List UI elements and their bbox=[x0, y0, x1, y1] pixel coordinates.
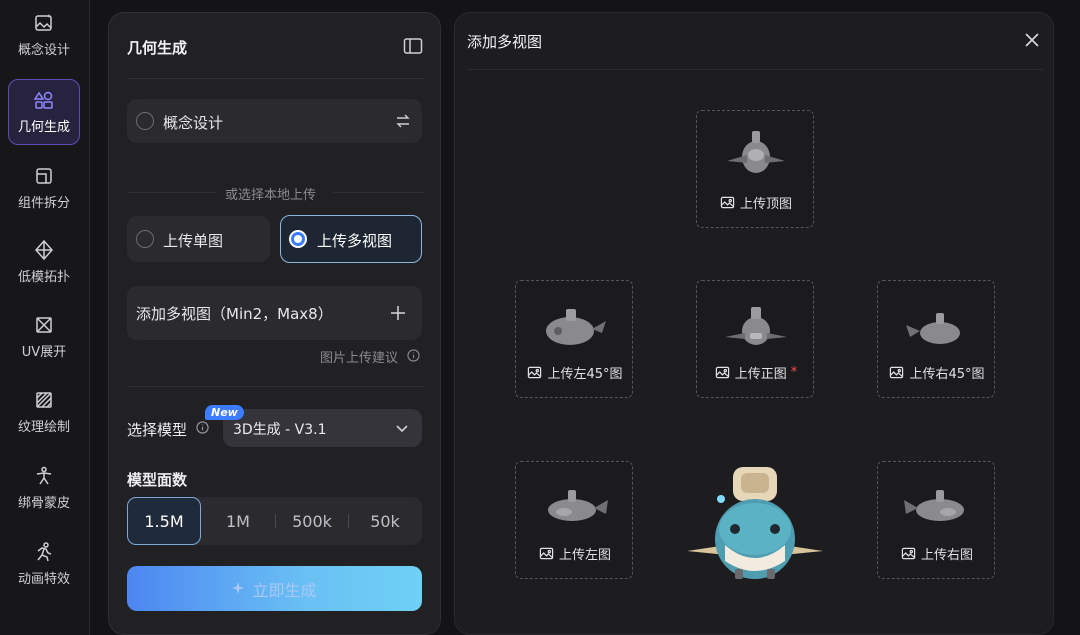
concept-option-label: 概念设计 bbox=[163, 114, 224, 132]
upload-left45-view-slot[interactable]: 上传左45°图 bbox=[515, 280, 633, 398]
sidebar-item-label: 纹理绘制 bbox=[17, 419, 70, 435]
image-add-icon bbox=[901, 547, 916, 560]
sidebar-item-uv-unwrap[interactable]: UV展开 bbox=[8, 304, 80, 370]
multiview-dialog: 添加多视图 上传顶图 上传左45°图 上传正图 * 上传右45°图 上传左图 上… bbox=[454, 12, 1054, 635]
uv-unwrap-icon bbox=[36, 316, 52, 333]
upload-multi-radio[interactable] bbox=[289, 230, 307, 248]
upload-right45-view-slot[interactable]: 上传右45°图 bbox=[877, 280, 995, 398]
sidebar-item-label: 几何生成 bbox=[17, 119, 70, 135]
running-figure-icon bbox=[37, 541, 52, 561]
divider bbox=[467, 69, 1043, 70]
panel-title: 几何生成 bbox=[127, 39, 188, 57]
concept-radio[interactable] bbox=[136, 112, 154, 130]
tool-sidebar: 概念设计 几何生成 组件拆分 低模拓扑 UV展开 纹理绘制 绑骨蒙皮 动画特效 bbox=[0, 0, 90, 635]
sidebar-item-label: 概念设计 bbox=[17, 42, 70, 58]
face-option-500k[interactable]: 500k bbox=[275, 497, 349, 545]
face-option-50k[interactable]: 50k bbox=[348, 497, 422, 545]
image-add-icon bbox=[890, 366, 904, 379]
model-select-label: 选择模型 bbox=[127, 421, 188, 439]
slot-label: 上传左45°图 bbox=[516, 363, 634, 382]
face-count-label: 模型面数 bbox=[127, 471, 188, 489]
submarine-right-thumbnail bbox=[904, 490, 964, 521]
divider bbox=[127, 192, 217, 193]
sidebar-item-geometry[interactable]: 几何生成 bbox=[8, 79, 80, 145]
model-select-dropdown[interactable]: 3D生成 - V3.1 bbox=[223, 409, 422, 447]
new-badge: New bbox=[205, 405, 244, 420]
upload-top-view-slot[interactable]: 上传顶图 bbox=[696, 110, 814, 228]
submarine-top-thumbnail bbox=[727, 131, 785, 173]
submarine-left45-thumbnail bbox=[546, 309, 606, 345]
submarine-front-thumbnail bbox=[725, 307, 787, 345]
chevron-down-icon bbox=[396, 425, 408, 433]
sidebar-item-label: 组件拆分 bbox=[17, 195, 70, 211]
geometry-panel: 几何生成 概念设计 或选择本地上传 上传单图 上传多视图 添加多视图（Min2，… bbox=[108, 12, 441, 635]
sparkle-icon bbox=[232, 581, 245, 594]
divider bbox=[333, 192, 423, 193]
generate-button[interactable]: 立即生成 bbox=[127, 566, 422, 611]
close-icon[interactable] bbox=[1023, 31, 1041, 49]
upload-left-view-slot[interactable]: 上传左图 bbox=[515, 461, 633, 579]
upload-tips-link[interactable]: 图片上传建议 bbox=[320, 347, 398, 366]
face-count-segmented: 1.5M 1M 500k 50k bbox=[127, 497, 422, 545]
add-multiview-button[interactable]: 添加多视图（Min2，Max8） bbox=[127, 286, 422, 340]
slot-label: 上传左图 bbox=[516, 544, 634, 563]
slot-label: 上传右图 bbox=[878, 544, 996, 563]
info-icon[interactable] bbox=[407, 349, 420, 362]
sidebar-item-label: UV展开 bbox=[21, 344, 67, 360]
sidebar-item-texture-paint[interactable]: 纹理绘制 bbox=[8, 379, 80, 445]
split-box-icon bbox=[36, 167, 52, 184]
sidebar-item-animation[interactable]: 动画特效 bbox=[8, 531, 80, 597]
image-add-icon bbox=[539, 547, 554, 560]
submarine-right45-thumbnail bbox=[906, 313, 960, 344]
upload-single-option[interactable]: 上传单图 bbox=[127, 216, 270, 262]
face-option-1-5m[interactable]: 1.5M bbox=[127, 497, 201, 545]
upload-front-view-slot[interactable]: 上传正图 * bbox=[696, 280, 814, 398]
image-add-icon bbox=[528, 366, 542, 379]
sidebar-item-component-split[interactable]: 组件拆分 bbox=[8, 155, 80, 221]
generate-label: 立即生成 bbox=[252, 580, 317, 600]
concept-design-option[interactable]: 概念设计 bbox=[127, 99, 422, 143]
upload-multi-option[interactable]: 上传多视图 bbox=[280, 215, 422, 263]
sidebar-toggle-icon[interactable] bbox=[403, 37, 423, 55]
slot-label: 上传右45°图 bbox=[878, 363, 996, 382]
sidebar-item-rigging[interactable]: 绑骨蒙皮 bbox=[8, 455, 80, 521]
slot-label: 上传正图 * bbox=[697, 363, 815, 382]
or-upload-text: 或选择本地上传 bbox=[225, 188, 317, 203]
plus-icon bbox=[391, 306, 405, 320]
info-icon[interactable] bbox=[196, 421, 209, 434]
model-select-value: 3D生成 - V3.1 bbox=[233, 422, 327, 438]
dialog-title: 添加多视图 bbox=[467, 33, 543, 51]
divider bbox=[127, 78, 423, 79]
submarine-left-thumbnail bbox=[548, 490, 608, 521]
image-add-icon bbox=[715, 366, 729, 379]
sidebar-item-label: 低模拓扑 bbox=[17, 269, 70, 285]
upload-multi-label: 上传多视图 bbox=[317, 232, 393, 250]
image-sparkle-icon bbox=[35, 13, 52, 31]
diamond-mesh-icon bbox=[34, 239, 54, 260]
sidebar-item-low-poly[interactable]: 低模拓扑 bbox=[8, 229, 80, 295]
sidebar-item-label: 动画特效 bbox=[17, 571, 70, 587]
upload-right-view-slot[interactable]: 上传右图 bbox=[877, 461, 995, 579]
upload-single-radio[interactable] bbox=[136, 230, 154, 248]
slot-label: 上传顶图 bbox=[697, 193, 815, 212]
divider bbox=[127, 386, 423, 387]
required-marker: * bbox=[790, 365, 798, 380]
sidebar-item-concept-design[interactable]: 概念设计 bbox=[8, 2, 80, 68]
shapes-icon bbox=[34, 91, 53, 109]
image-add-icon bbox=[720, 196, 735, 209]
whale-submarine-preview bbox=[687, 467, 823, 579]
sidebar-item-label: 绑骨蒙皮 bbox=[17, 495, 70, 511]
texture-paint-icon bbox=[36, 391, 52, 408]
upload-single-label: 上传单图 bbox=[163, 232, 224, 250]
rigging-figure-icon bbox=[36, 466, 52, 484]
face-option-1m[interactable]: 1M bbox=[201, 497, 275, 545]
add-multiview-label: 添加多视图（Min2，Max8） bbox=[136, 305, 333, 323]
swap-icon[interactable] bbox=[395, 113, 411, 129]
